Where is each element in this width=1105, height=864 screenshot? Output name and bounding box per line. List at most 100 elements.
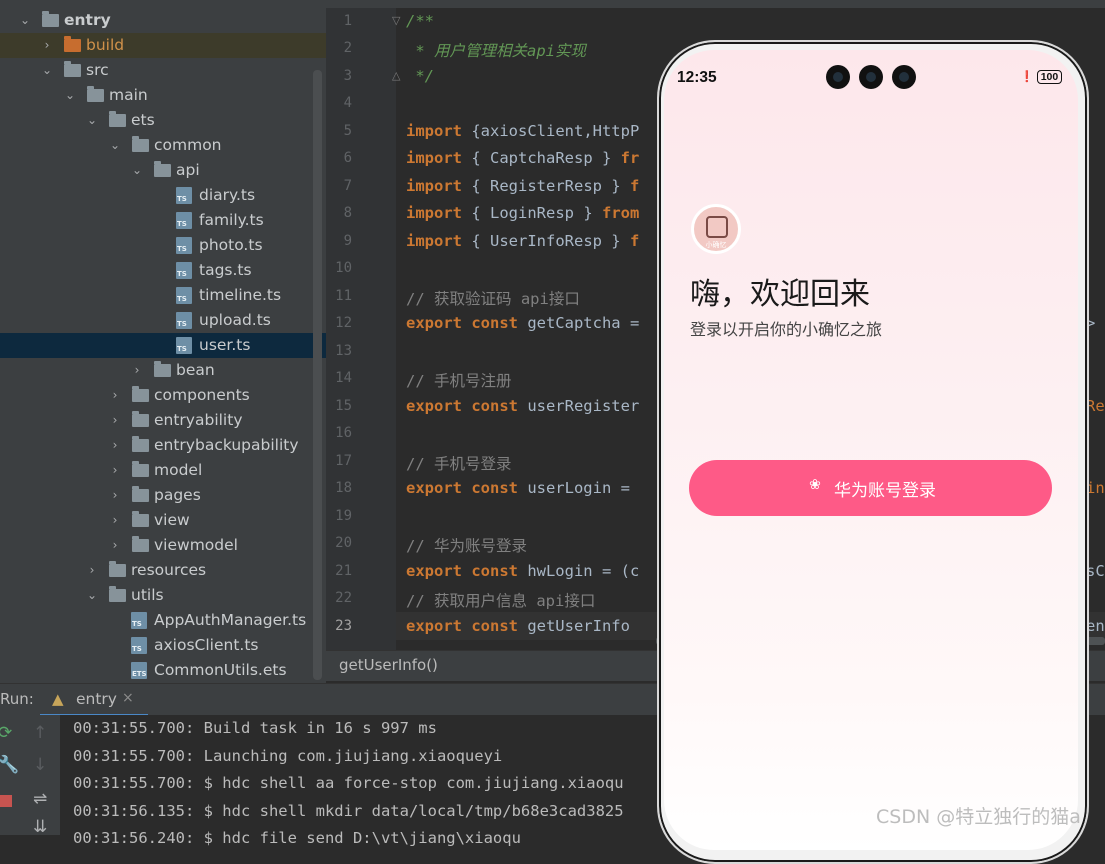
tree-item-file[interactable]: TS tags.ts bbox=[0, 258, 326, 283]
tree-item-file[interactable]: TS diary.ts bbox=[0, 183, 326, 208]
tree-item-resources[interactable]: › resources bbox=[0, 558, 326, 583]
fold-marker-icon[interactable]: △ bbox=[392, 69, 402, 82]
chevron-right-icon[interactable]: › bbox=[108, 533, 122, 558]
logo-text: 小确忆 bbox=[705, 241, 727, 249]
run-toolbar: ⟳ ↑ 🔧 ↓ ⇌ ⇊ bbox=[0, 715, 60, 837]
fold-marker-icon[interactable]: ▽ bbox=[392, 14, 402, 27]
chevron-right-icon[interactable]: › bbox=[108, 383, 122, 408]
chevron-down-icon[interactable]: ⌄ bbox=[85, 108, 99, 133]
folder-icon bbox=[109, 586, 126, 602]
code-line: // 获取用户信息 api接口 bbox=[406, 592, 596, 610]
chevron-right-icon[interactable]: › bbox=[85, 558, 99, 583]
line-number: 8 bbox=[343, 205, 352, 221]
tree-item-src[interactable]: ⌄ src bbox=[0, 58, 326, 83]
rerun-icon[interactable]: ⟳ bbox=[0, 723, 12, 743]
tree-label: resources bbox=[131, 561, 207, 579]
huawei-login-label: 华为账号登录 bbox=[834, 481, 936, 501]
project-tree: ⌄ entry › build ⌄ src ⌄ main ⌄ ets ⌄ com… bbox=[0, 0, 326, 683]
folder-icon bbox=[132, 436, 149, 452]
battery-icon: 100 bbox=[1036, 70, 1063, 84]
tree-item-bean[interactable]: › bean bbox=[0, 358, 326, 383]
chevron-right-icon[interactable]: › bbox=[40, 33, 54, 58]
folder-icon bbox=[109, 561, 126, 577]
tree-item-entrybackupability[interactable]: › entrybackupability bbox=[0, 433, 326, 458]
tree-item-build[interactable]: › build bbox=[0, 33, 326, 58]
tree-item-viewmodel[interactable]: › viewmodel bbox=[0, 533, 326, 558]
chevron-down-icon[interactable]: ⌄ bbox=[18, 8, 32, 33]
folder-icon bbox=[132, 511, 149, 527]
chevron-down-icon[interactable]: ⌄ bbox=[130, 158, 144, 183]
code-line: export const getUserInfo bbox=[406, 617, 640, 635]
run-label: Run: bbox=[0, 690, 34, 708]
chevron-right-icon[interactable]: › bbox=[108, 433, 122, 458]
tree-item-file[interactable]: TS timeline.ts bbox=[0, 283, 326, 308]
tree-item-ets[interactable]: ⌄ ets bbox=[0, 108, 326, 133]
ts-file-icon: TS bbox=[176, 212, 192, 229]
chevron-right-icon[interactable]: › bbox=[108, 508, 122, 533]
chevron-right-icon[interactable]: › bbox=[108, 408, 122, 433]
breadcrumb-item[interactable]: getUserInfo() bbox=[339, 656, 438, 674]
tree-scrollbar[interactable] bbox=[313, 70, 322, 680]
code-line: export const hwLogin = (c bbox=[406, 562, 640, 580]
tree-item-components[interactable]: › components bbox=[0, 383, 326, 408]
tree-item-file-selected[interactable]: TS user.ts bbox=[0, 333, 326, 358]
device-screen[interactable] bbox=[664, 50, 1078, 850]
camera-icon bbox=[892, 65, 916, 89]
tree-item-entryability[interactable]: › entryability bbox=[0, 408, 326, 433]
ts-file-icon: TS bbox=[131, 637, 147, 654]
huawei-login-button[interactable]: ❀ 华为账号登录 bbox=[689, 460, 1052, 516]
console-line: 00:31:55.700: Build task in 16 s 997 ms bbox=[73, 719, 437, 737]
tree-item-pages[interactable]: › pages bbox=[0, 483, 326, 508]
wrench-icon[interactable]: 🔧 bbox=[0, 755, 19, 775]
tree-item-file[interactable]: TS upload.ts bbox=[0, 308, 326, 333]
tree-label: family.ts bbox=[199, 211, 264, 229]
code-line: // 手机号登录 bbox=[406, 455, 512, 473]
line-number: 11 bbox=[335, 288, 352, 304]
code-line: // 华为账号登录 bbox=[406, 537, 527, 555]
tree-item-file[interactable]: TS AppAuthManager.ts bbox=[0, 608, 326, 633]
run-tab-entry[interactable]: ▲ entry × bbox=[40, 684, 148, 717]
tree-item-common[interactable]: ⌄ common bbox=[0, 133, 326, 158]
arrow-down-icon[interactable]: ↓ bbox=[33, 755, 47, 775]
tree-item-view[interactable]: › view bbox=[0, 508, 326, 533]
tree-item-entry[interactable]: ⌄ entry bbox=[0, 8, 326, 33]
tree-label: axiosClient.ts bbox=[154, 636, 259, 654]
scroll-to-end-icon[interactable]: ⇊ bbox=[33, 817, 47, 837]
tree-item-file[interactable]: TS photo.ts bbox=[0, 233, 326, 258]
tree-label: upload.ts bbox=[199, 311, 271, 329]
tree-item-model[interactable]: › model bbox=[0, 458, 326, 483]
tree-item-file[interactable]: TS axiosClient.ts bbox=[0, 633, 326, 658]
soft-wrap-icon[interactable]: ⇌ bbox=[33, 789, 47, 809]
arrow-up-icon[interactable]: ↑ bbox=[33, 723, 47, 743]
chevron-down-icon[interactable]: ⌄ bbox=[108, 133, 122, 158]
chevron-right-icon[interactable]: › bbox=[108, 483, 122, 508]
tree-item-file[interactable]: TS family.ts bbox=[0, 208, 326, 233]
tree-label: entry bbox=[64, 11, 111, 29]
console-line: 00:31:55.700: $ hdc shell aa force-stop … bbox=[73, 774, 624, 792]
tree-item-file[interactable]: ETS CommonUtils.ets bbox=[0, 658, 326, 683]
close-icon[interactable]: × bbox=[122, 690, 134, 706]
code-line: import {axiosClient,HttpP bbox=[406, 122, 640, 140]
tree-label: view bbox=[154, 511, 190, 529]
tree-item-api[interactable]: ⌄ api bbox=[0, 158, 326, 183]
code-line: import { LoginResp } from bbox=[406, 204, 640, 222]
chevron-down-icon[interactable]: ⌄ bbox=[40, 58, 54, 83]
tree-item-utils[interactable]: ⌄ utils bbox=[0, 583, 326, 608]
ts-file-icon: TS bbox=[176, 312, 192, 329]
chevron-right-icon[interactable]: › bbox=[130, 358, 144, 383]
code-line: export const userRegister bbox=[406, 397, 640, 415]
line-number: 7 bbox=[343, 178, 352, 194]
folder-icon bbox=[132, 536, 149, 552]
code-line: import { UserInfoResp } f bbox=[406, 232, 640, 250]
chevron-down-icon[interactable]: ⌄ bbox=[85, 583, 99, 608]
folder-icon bbox=[87, 86, 104, 102]
tree-label: main bbox=[109, 86, 148, 104]
chevron-right-icon[interactable]: › bbox=[108, 458, 122, 483]
tree-label: CommonUtils.ets bbox=[154, 661, 287, 679]
chevron-down-icon[interactable]: ⌄ bbox=[63, 83, 77, 108]
stop-icon[interactable] bbox=[0, 795, 12, 807]
folder-icon bbox=[132, 486, 149, 502]
alert-icon: ❗ bbox=[1020, 71, 1034, 83]
code-line: export const userLogin = bbox=[406, 479, 640, 497]
tree-item-main[interactable]: ⌄ main bbox=[0, 83, 326, 108]
